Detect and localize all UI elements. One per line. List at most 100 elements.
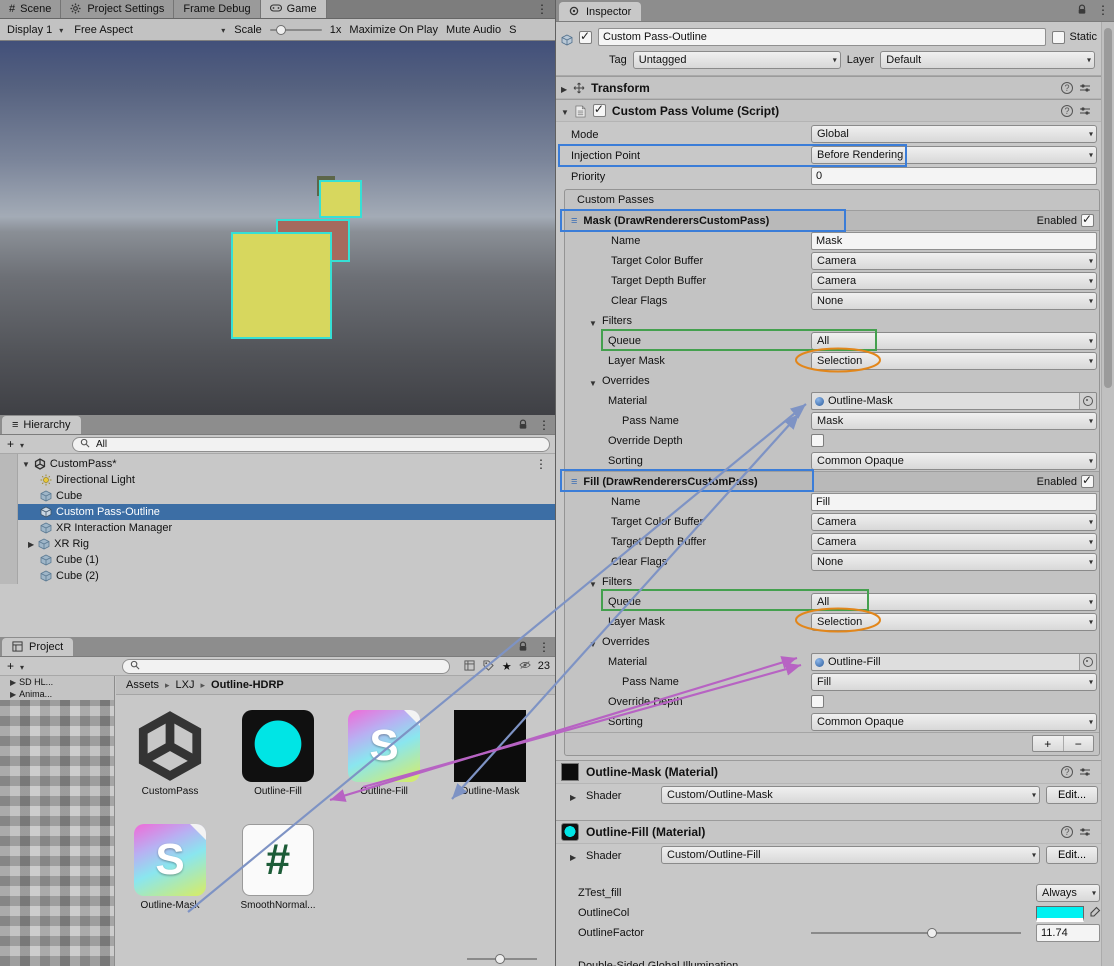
asset-custompass[interactable]: CustomPass — [128, 710, 212, 797]
fill-target-depth-dropdown[interactable]: Camera — [811, 533, 1097, 551]
transform-header[interactable]: Transform ⋮ — [556, 76, 1114, 99]
display-dropdown[interactable]: Display 1 — [5, 24, 64, 36]
fill-overrides-foldout[interactable]: Overrides — [565, 632, 1099, 652]
gameobject-name-field[interactable]: Custom Pass-Outline — [598, 28, 1046, 46]
fill-override-depth-checkbox[interactable] — [811, 695, 824, 708]
tab-project[interactable]: Project — [2, 638, 73, 656]
object-picker-icon[interactable] — [1079, 654, 1096, 670]
fill-name-field[interactable]: Fill — [811, 493, 1097, 511]
mask-target-color-dropdown[interactable]: Camera — [811, 252, 1097, 270]
fill-enabled-checkbox[interactable] — [1081, 475, 1094, 488]
hierarchy-search-input[interactable]: All — [72, 437, 550, 452]
aspect-ratio-dropdown[interactable]: Free Aspect — [72, 24, 226, 36]
fill-queue-dropdown[interactable]: All — [811, 593, 1097, 611]
hidden-count-eye-icon[interactable] — [519, 660, 531, 672]
hierarchy-item-xr-interaction-manager[interactable]: XR Interaction Manager — [18, 520, 555, 536]
fill-sorting-dropdown[interactable]: Common Opaque — [811, 713, 1097, 731]
layer-dropdown[interactable]: Default — [880, 51, 1095, 69]
component-enabled-checkbox[interactable] — [593, 104, 606, 117]
project-menu-icon[interactable]: ⋮ — [538, 641, 550, 653]
fill-pass-header[interactable]: ≡ Fill (DrawRenderersCustomPass) Enabled — [565, 471, 1099, 492]
tag-dropdown[interactable]: Untagged — [633, 51, 841, 69]
drag-handle-icon[interactable]: ≡ — [571, 476, 577, 488]
fill-target-color-dropdown[interactable]: Camera — [811, 513, 1097, 531]
outline-mask-material-header[interactable]: Outline-Mask (Material) ⋮ — [556, 760, 1114, 784]
mask-filters-foldout[interactable]: Filters — [565, 311, 1099, 331]
asset-outline-mask-material[interactable]: Outline-Mask — [448, 710, 532, 797]
lock-icon[interactable] — [518, 419, 530, 431]
mask-clear-flags-dropdown[interactable]: None — [811, 292, 1097, 310]
hierarchy-item-cube-2[interactable]: Cube (2) — [18, 568, 555, 584]
tab-inspector[interactable]: Inspector — [559, 2, 641, 21]
presets-icon[interactable] — [1079, 105, 1091, 117]
drag-handle-icon[interactable]: ≡ — [571, 215, 577, 227]
inspector-scrollbar[interactable] — [1101, 22, 1114, 966]
inspector-menu-icon[interactable]: ⋮ — [1097, 4, 1109, 16]
hierarchy-item-cube[interactable]: Cube — [18, 488, 555, 504]
gameobject-active-checkbox[interactable] — [579, 31, 592, 44]
object-picker-icon[interactable] — [1079, 393, 1096, 409]
mask-pass-name-dropdown[interactable]: Mask — [811, 412, 1097, 430]
outline-factor-slider[interactable] — [811, 932, 1021, 934]
priority-field[interactable]: 0 — [811, 167, 1097, 185]
help-icon[interactable] — [1061, 82, 1073, 94]
presets-icon[interactable] — [1079, 82, 1091, 94]
scrollbar-thumb[interactable] — [1104, 28, 1112, 388]
fill-clear-flags-dropdown[interactable]: None — [811, 553, 1097, 571]
help-icon[interactable] — [1061, 105, 1073, 117]
foldout-closed-icon[interactable] — [10, 689, 16, 699]
add-pass-button[interactable]: + — [1033, 736, 1064, 751]
foldout-open-icon[interactable] — [22, 458, 30, 470]
mask-shader-edit-button[interactable]: Edit... — [1046, 786, 1098, 804]
breadcrumb-assets[interactable]: Assets — [123, 679, 162, 691]
scale-slider[interactable] — [270, 29, 322, 31]
fill-pass-name-dropdown[interactable]: Fill — [811, 673, 1097, 691]
foldout-open-icon[interactable] — [561, 104, 569, 118]
injection-point-dropdown[interactable]: Before Rendering — [811, 146, 1097, 164]
hierarchy-item-directional-light[interactable]: Directional Light — [18, 472, 555, 488]
breadcrumb-lxj[interactable]: LXJ — [162, 679, 198, 691]
package-filter-icon[interactable] — [464, 660, 476, 672]
mask-pass-header[interactable]: ≡ Mask (DrawRenderersCustomPass) Enabled — [565, 210, 1099, 231]
thumbnail-size-slider[interactable] — [467, 958, 537, 960]
fill-shader-dropdown[interactable]: Custom/Outline-Fill — [661, 846, 1040, 864]
mask-override-depth-checkbox[interactable] — [811, 434, 824, 447]
foldout-open-icon[interactable] — [589, 638, 597, 650]
presets-icon[interactable] — [1079, 766, 1091, 778]
custom-pass-volume-header[interactable]: Custom Pass Volume (Script) ⋮ — [556, 99, 1114, 122]
presets-icon[interactable] — [1079, 826, 1091, 838]
mask-layer-mask-dropdown[interactable]: Selection — [811, 352, 1097, 370]
fill-shader-edit-button[interactable]: Edit... — [1046, 846, 1098, 864]
asset-outline-mask-shader[interactable]: S Outline-Mask — [128, 824, 212, 911]
ztest-dropdown[interactable]: Always — [1036, 884, 1100, 902]
thumbnail-slider-knob[interactable] — [495, 954, 505, 964]
mask-queue-dropdown[interactable]: All — [811, 332, 1097, 350]
mode-dropdown[interactable]: Global — [811, 125, 1097, 143]
hierarchy-add-button[interactable]: + — [5, 437, 24, 451]
favorites-star-icon[interactable]: ★ — [502, 660, 512, 673]
game-view-menu-icon[interactable]: ⋮ — [529, 0, 555, 18]
maximize-on-play-button[interactable]: Maximize On Play — [349, 24, 438, 36]
label-filter-icon[interactable] — [483, 660, 495, 672]
hierarchy-item-cube-1[interactable]: Cube (1) — [18, 552, 555, 568]
foldout-open-icon[interactable] — [589, 317, 597, 329]
mask-enabled-checkbox[interactable] — [1081, 214, 1094, 227]
folder-item[interactable]: SD HL... — [0, 676, 114, 688]
foldout-open-icon[interactable] — [589, 377, 597, 389]
folder-item[interactable]: Anima... — [0, 688, 114, 700]
remove-pass-button[interactable]: − — [1064, 736, 1094, 751]
fill-layer-mask-dropdown[interactable]: Selection — [811, 613, 1097, 631]
color-swatch-cyan[interactable] — [1036, 906, 1084, 922]
hierarchy-menu-icon[interactable]: ⋮ — [538, 419, 550, 431]
mask-material-field[interactable]: Outline-Mask — [811, 392, 1097, 410]
eyedropper-icon[interactable] — [1089, 906, 1101, 918]
help-icon[interactable] — [1061, 826, 1073, 838]
tab-hierarchy[interactable]: ≡ Hierarchy — [2, 416, 81, 434]
mask-name-field[interactable]: Mask — [811, 232, 1097, 250]
asset-outline-fill-material[interactable]: Outline-Fill — [236, 710, 320, 797]
tab-scene[interactable]: # Scene — [0, 0, 61, 18]
outline-factor-field[interactable]: 11.74 — [1036, 924, 1100, 942]
outline-fill-material-header[interactable]: Outline-Fill (Material) ⋮ — [556, 820, 1114, 844]
foldout-closed-icon[interactable] — [561, 81, 567, 95]
asset-smoothnormal[interactable]: # SmoothNormal... — [236, 824, 320, 911]
